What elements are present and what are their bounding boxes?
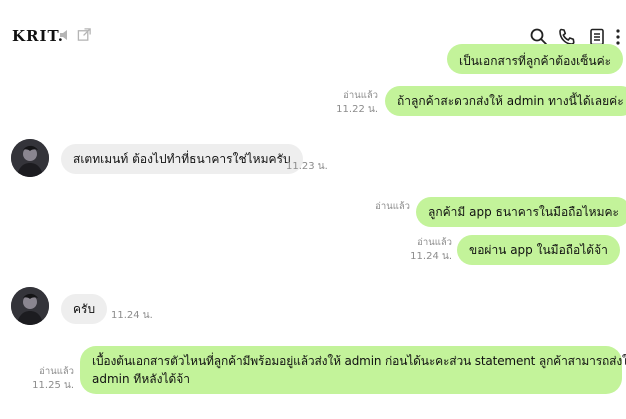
message-list[interactable]: เป็นเอกสารที่ลูกค้าต้องเซ็นค่ะ อ่านแล้ว … bbox=[0, 40, 626, 419]
message-bubble-outgoing[interactable]: ขอผ่าน app ในมือถือได้จ้า bbox=[457, 235, 620, 265]
message-meta: อ่านแล้ว bbox=[360, 200, 410, 214]
message-meta: อ่านแล้ว 11.24 น. bbox=[400, 236, 452, 264]
avatar[interactable] bbox=[11, 139, 49, 177]
message-text-line: เบื้องต้นเอกสารตัวไหนที่ลูกค้ามีพร้อมอยู… bbox=[92, 354, 626, 368]
message-bubble-outgoing[interactable]: ลูกค้ามี app ธนาคารในมือถือไหมคะ bbox=[416, 197, 626, 227]
message-text: สเตทเมนท์ ต้องไปทำที่ธนาคารใช่ไหมครับ bbox=[73, 152, 291, 166]
message-bubble-incoming[interactable]: ครับ bbox=[61, 294, 108, 324]
message-text: ครับ bbox=[73, 302, 96, 316]
read-receipt: อ่านแล้ว bbox=[417, 237, 452, 248]
message-text: ถ้าลูกค้าสะดวกส่งให้ admin ทางนี้ได้เลยค… bbox=[397, 94, 624, 108]
message-time: 11.22 น. bbox=[336, 104, 378, 115]
message-meta: 11.24 น. bbox=[111, 309, 161, 323]
message-meta: อ่านแล้ว 11.22 น. bbox=[320, 89, 378, 117]
message-time: 11.24 น. bbox=[410, 251, 452, 262]
message-time: 11.24 น. bbox=[111, 310, 153, 321]
message-text: ลูกค้ามี app ธนาคารในมือถือไหมคะ bbox=[428, 205, 619, 219]
read-receipt: อ่านแล้ว bbox=[375, 201, 410, 212]
message-time: 11.23 น. bbox=[286, 161, 328, 172]
read-receipt: อ่านแล้ว bbox=[39, 366, 74, 377]
message-bubble-outgoing[interactable]: เป็นเอกสารที่ลูกค้าต้องเซ็นค่ะ bbox=[447, 44, 624, 74]
message-bubble-outgoing[interactable]: ถ้าลูกค้าสะดวกส่งให้ admin ทางนี้ได้เลยค… bbox=[385, 86, 626, 116]
message-text-line: admin ทีหลังได้จ้า bbox=[92, 372, 191, 386]
message-text: ขอผ่าน app ในมือถือได้จ้า bbox=[469, 243, 608, 257]
message-bubble-incoming[interactable]: สเตทเมนท์ ต้องไปทำที่ธนาคารใช่ไหมครับ bbox=[61, 144, 303, 174]
message-bubble-outgoing[interactable]: เบื้องต้นเอกสารตัวไหนที่ลูกค้ามีพร้อมอยู… bbox=[80, 346, 626, 394]
message-meta: อ่านแล้ว 11.25 น. bbox=[22, 365, 74, 393]
avatar[interactable] bbox=[11, 287, 49, 325]
read-receipt: อ่านแล้ว bbox=[343, 90, 378, 101]
message-meta: 11.23 น. bbox=[286, 160, 336, 174]
message-time: 11.25 น. bbox=[32, 380, 74, 391]
message-text: เป็นเอกสารที่ลูกค้าต้องเซ็นค่ะ bbox=[459, 54, 612, 68]
